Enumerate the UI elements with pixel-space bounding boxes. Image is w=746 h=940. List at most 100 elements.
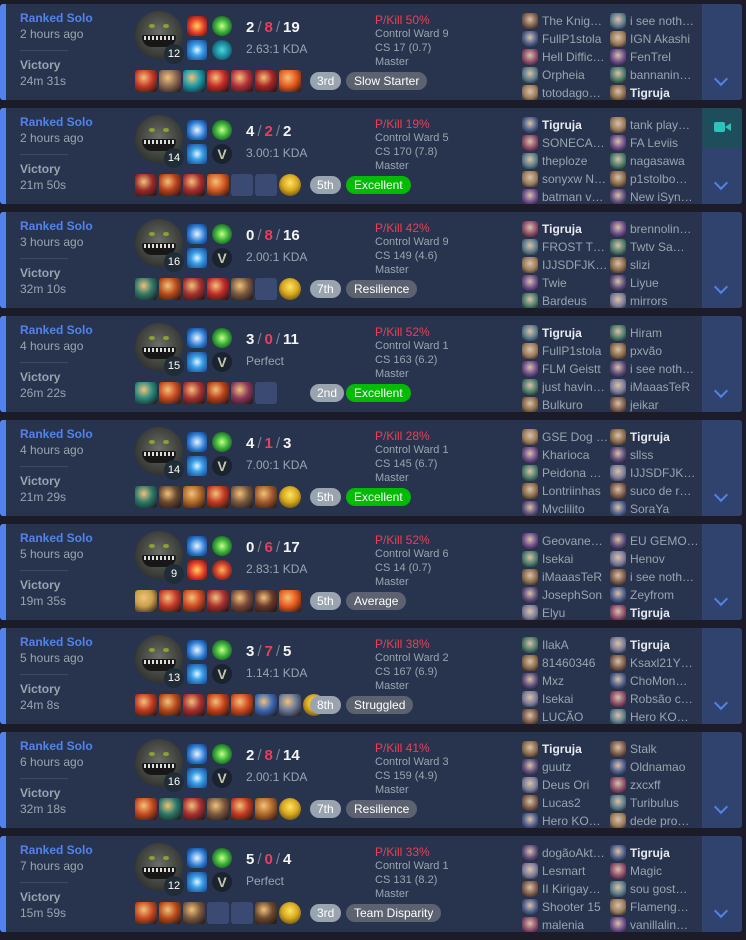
green-rune-icon[interactable] (212, 744, 232, 764)
watch-replay-button[interactable] (702, 108, 742, 148)
player-entry[interactable]: guutz (522, 758, 610, 776)
player-name[interactable]: p1stolbo… (630, 171, 698, 187)
player-entry[interactable]: Hero KO… (522, 812, 610, 828)
v-rune-icon[interactable]: V (212, 768, 232, 788)
player-entry[interactable]: zxcxff (610, 776, 698, 794)
item-icon[interactable] (159, 382, 181, 404)
item-icon[interactable] (183, 174, 205, 196)
player-entry[interactable]: FullP1stola (522, 342, 610, 360)
player-entry[interactable]: Bulkuro (522, 396, 610, 412)
player-entry[interactable]: New iSyn… (610, 188, 698, 204)
player-name[interactable]: Shooter 15 (542, 899, 610, 915)
item-icon[interactable] (159, 902, 181, 924)
player-name[interactable]: SoraYa (630, 501, 698, 516)
item-icon[interactable] (135, 590, 157, 612)
player-name[interactable]: ChoMon… (630, 673, 698, 689)
player-name[interactable]: Tigruja (542, 221, 610, 237)
player-entry[interactable]: iMaaasTeR (522, 568, 610, 586)
player-entry[interactable]: Mxz (522, 672, 610, 690)
player-name[interactable]: GSE Dog … (542, 429, 610, 445)
player-name[interactable]: IlakA (542, 637, 610, 653)
player-entry[interactable]: Liyue (610, 274, 698, 292)
player-name[interactable]: iMaaasTeR (630, 379, 698, 395)
player-name[interactable]: dogãoAkt… (542, 845, 610, 861)
player-name[interactable]: Lucas2 (542, 795, 610, 811)
player-name[interactable]: Bulkuro (542, 397, 610, 412)
flash-spell-icon[interactable] (187, 456, 207, 476)
player-entry[interactable]: Tigruja (610, 428, 698, 446)
item-icon[interactable] (183, 486, 205, 508)
ghost-spell-icon[interactable] (187, 640, 207, 660)
green-rune-icon[interactable] (212, 16, 232, 36)
player-name[interactable]: Twie (542, 275, 610, 291)
player-entry[interactable]: IJJSDFJK… (610, 464, 698, 482)
player-name[interactable]: Hero KO… (630, 709, 698, 724)
item-icon[interactable] (207, 382, 229, 404)
item-icon[interactable] (135, 382, 157, 404)
flash-spell-icon[interactable] (187, 144, 207, 164)
ghost-spell-icon[interactable] (187, 848, 207, 868)
player-entry[interactable]: Tigruja (522, 740, 610, 758)
player-entry[interactable]: Flameng… (610, 898, 698, 916)
player-name[interactable]: Isekai (542, 691, 610, 707)
player-name[interactable]: Peidona … (542, 465, 610, 481)
player-entry[interactable]: FA Leviis (610, 134, 698, 152)
item-icon[interactable] (183, 694, 205, 716)
player-name[interactable]: Hero KO… (542, 813, 610, 828)
player-entry[interactable]: mirrors (610, 292, 698, 308)
player-name[interactable]: Tigruja (630, 605, 698, 620)
player-name[interactable]: Lontriinhas (542, 483, 610, 499)
player-name[interactable]: New iSyn… (630, 189, 698, 204)
item-icon[interactable] (207, 174, 229, 196)
match-card[interactable]: Ranked Solo 6 hours ago Victory 32m 18s 16 V 2… (0, 732, 742, 828)
item-icon[interactable] (183, 590, 205, 612)
player-name[interactable]: sonyxw N… (542, 171, 610, 187)
player-entry[interactable]: The Knig… (522, 12, 610, 30)
item-icon[interactable] (159, 590, 181, 612)
player-entry[interactable]: bannanin… (610, 66, 698, 84)
player-entry[interactable]: SoraYa (610, 500, 698, 516)
item-icon[interactable] (159, 70, 181, 92)
green-rune-icon[interactable] (212, 640, 232, 660)
player-name[interactable]: Tigruja (630, 637, 698, 653)
expand-details-button[interactable] (702, 524, 742, 620)
item-icon[interactable] (207, 486, 229, 508)
player-entry[interactable]: Henov (610, 550, 698, 568)
ghost-spell-icon[interactable] (187, 744, 207, 764)
empty-item-slot[interactable] (255, 278, 277, 300)
red-rune-icon[interactable] (212, 560, 232, 580)
flash-spell-icon[interactable] (187, 248, 207, 268)
player-name[interactable]: nagasawa (630, 153, 698, 169)
player-name[interactable]: Flameng… (630, 899, 698, 915)
player-name[interactable]: Zeyfrom (630, 587, 698, 603)
match-card[interactable]: Ranked Solo 2 hours ago Victory 21m 50s 14 V 4… (0, 108, 742, 204)
player-name[interactable]: FullP1stola (542, 31, 610, 47)
player-name[interactable]: guutz (542, 759, 610, 775)
ghost-spell-icon[interactable] (187, 120, 207, 140)
flash-spell-icon[interactable] (187, 768, 207, 788)
player-name[interactable]: zxcxff (630, 777, 698, 793)
item-icon[interactable] (183, 798, 205, 820)
ignite-spell-icon[interactable] (187, 560, 207, 580)
player-entry[interactable]: Magic (610, 862, 698, 880)
player-name[interactable]: IGN Akashi (630, 31, 698, 47)
player-entry[interactable]: Stalk (610, 740, 698, 758)
item-icon[interactable] (159, 486, 181, 508)
player-name[interactable]: The Knig… (542, 13, 610, 29)
player-entry[interactable]: Lesmart (522, 862, 610, 880)
player-name[interactable]: Tigruja (630, 429, 698, 445)
player-entry[interactable]: Hiram (610, 324, 698, 342)
player-entry[interactable]: EU GEMO… (610, 532, 698, 550)
player-entry[interactable]: dede pro… (610, 812, 698, 828)
player-name[interactable]: tank play… (630, 117, 698, 133)
player-name[interactable]: Tigruja (630, 85, 698, 100)
player-name[interactable]: JosephSon (542, 587, 610, 603)
v-rune-icon[interactable]: V (212, 872, 232, 892)
player-name[interactable]: Robsão c… (630, 691, 698, 707)
player-name[interactable]: totodago… (542, 85, 610, 100)
player-name[interactable]: suco de r… (630, 483, 698, 499)
empty-item-slot[interactable] (231, 902, 253, 924)
player-entry[interactable]: Hell Diffic… (522, 48, 610, 66)
player-entry[interactable]: Bardeus (522, 292, 610, 308)
player-entry[interactable]: Isekai (522, 550, 610, 568)
